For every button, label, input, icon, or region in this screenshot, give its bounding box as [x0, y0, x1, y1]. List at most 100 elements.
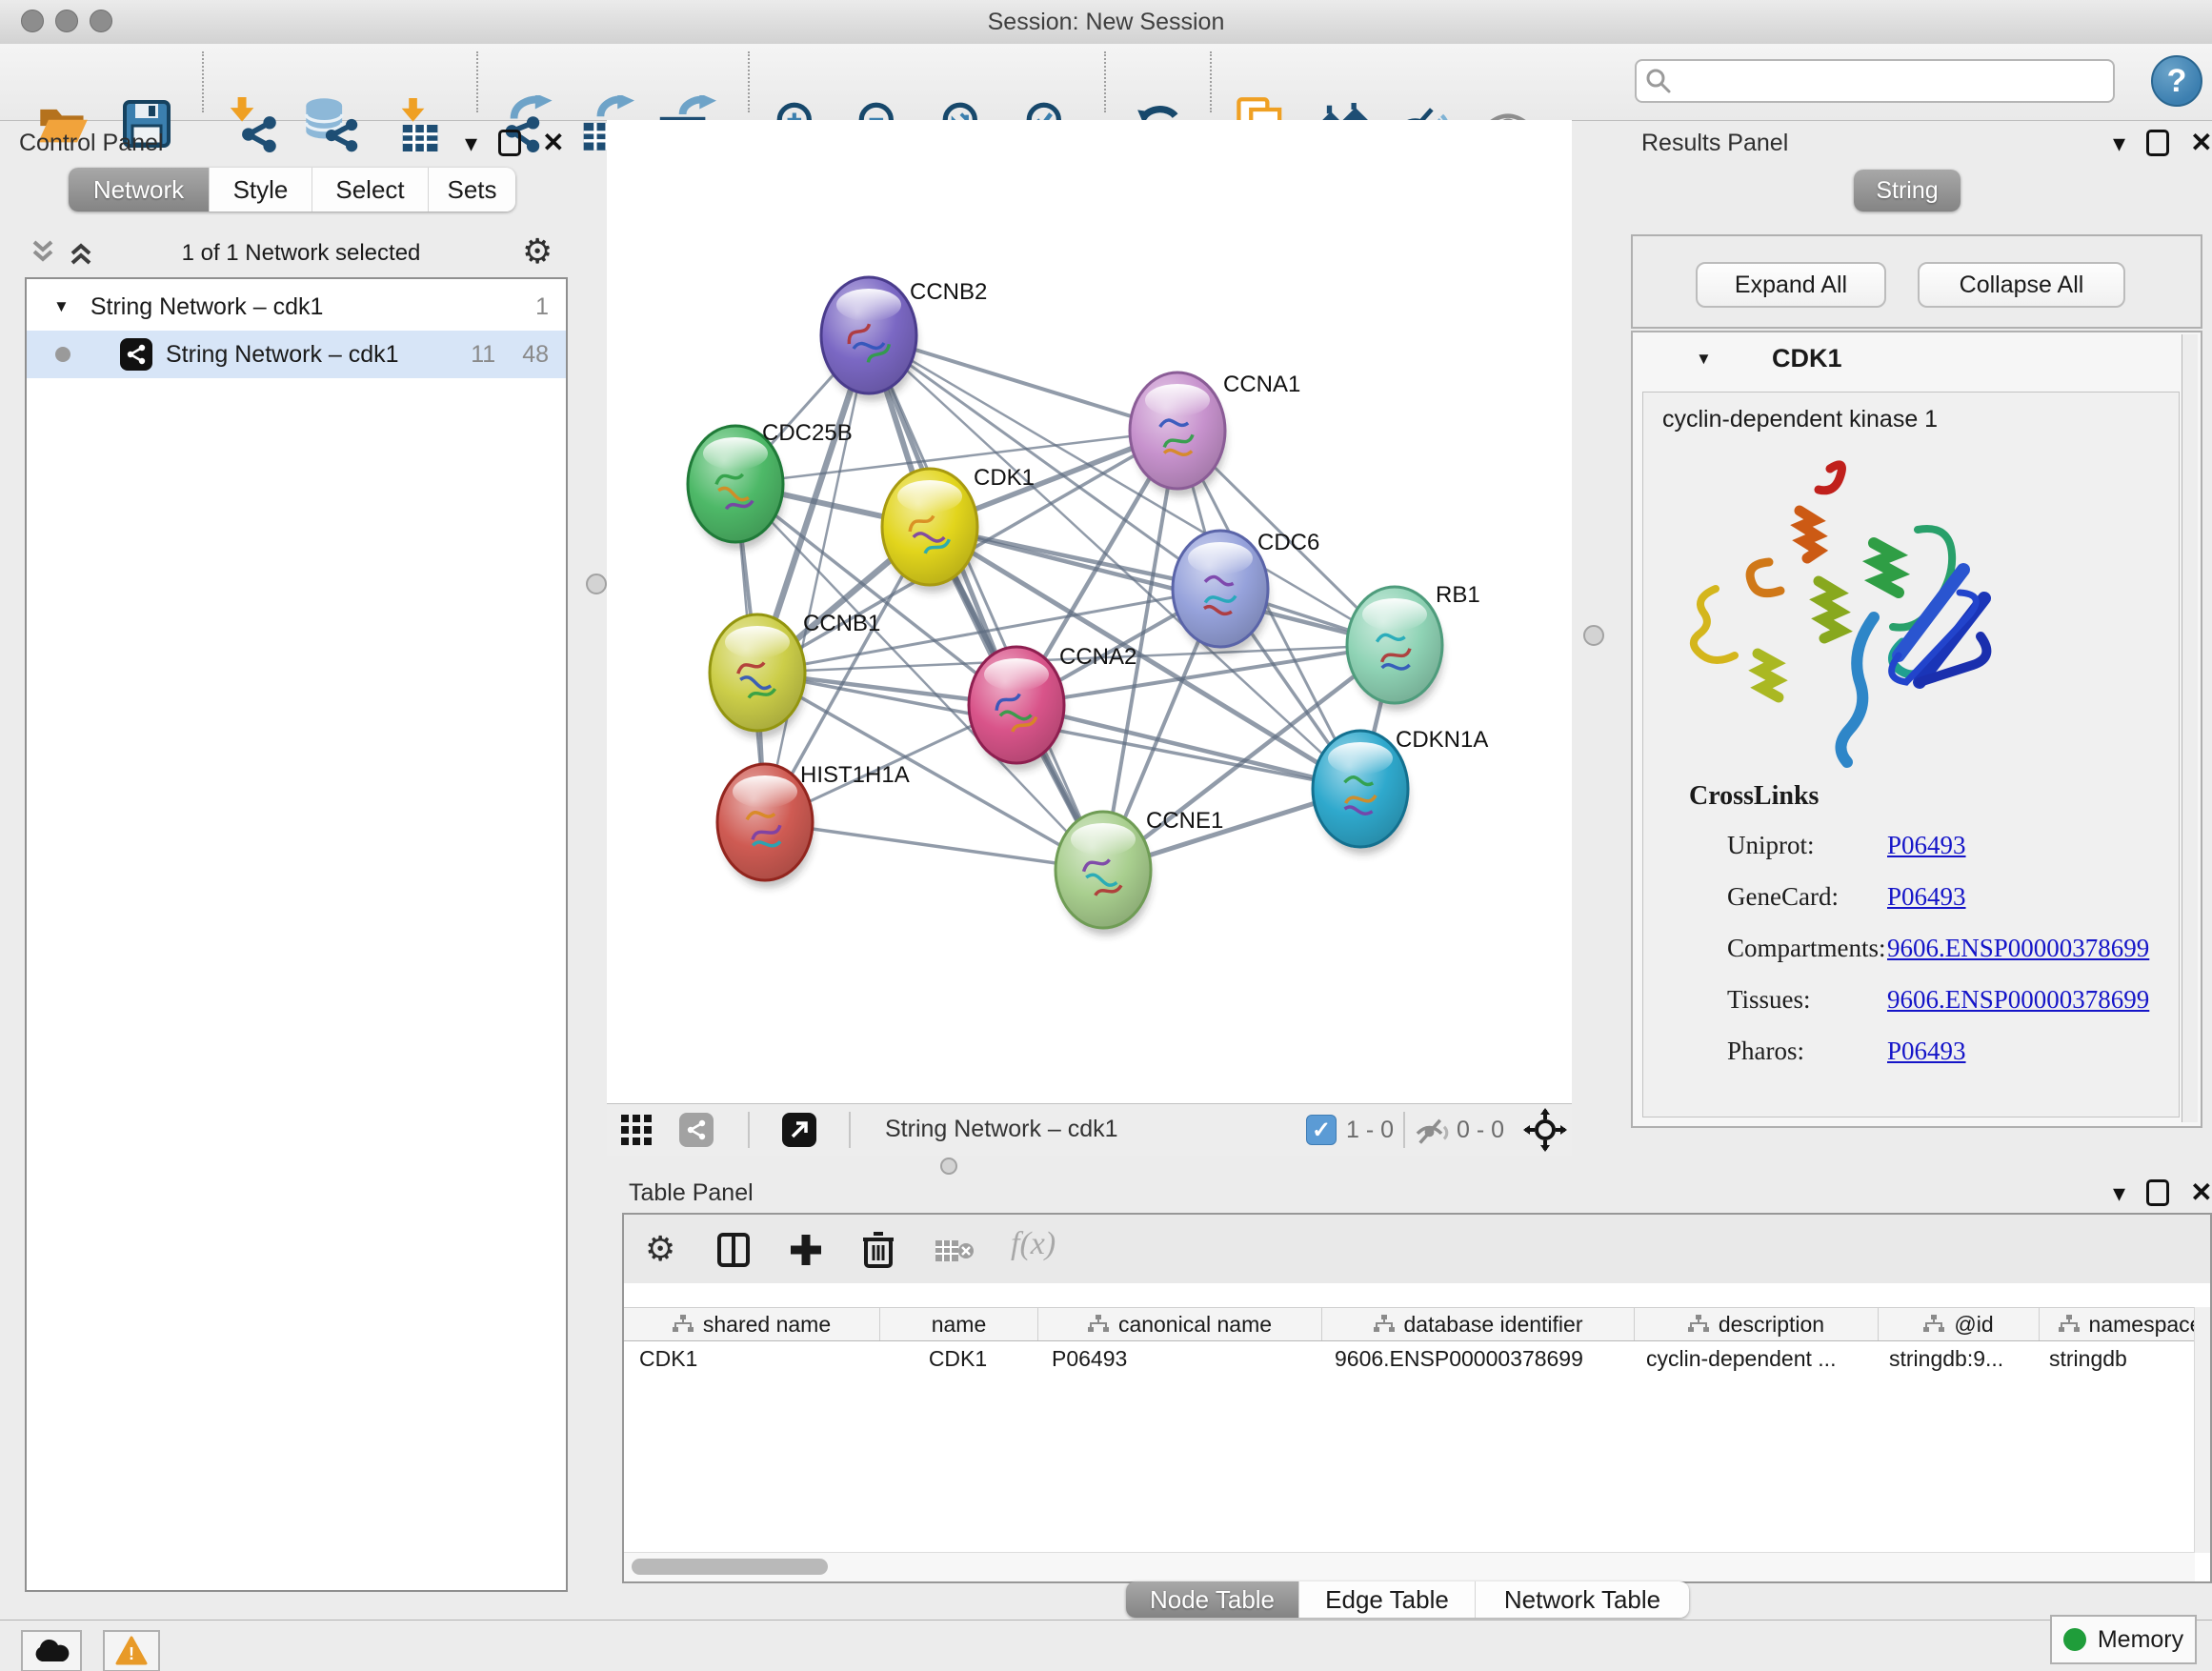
network-canvas[interactable]: CCNB2CCNA1CDC25BCDK1CDC6RB1CCNB1CCNA2CDK…	[607, 120, 1572, 1103]
crosslinks-title: CrossLinks	[1689, 781, 1819, 812]
show-columns-icon[interactable]	[715, 1232, 752, 1268]
column-header-canonical-name[interactable]: canonical name	[1038, 1308, 1322, 1340]
right-splitter[interactable]	[1572, 120, 1619, 1155]
column-header--id[interactable]: @id	[1879, 1308, 2040, 1340]
crosslink-link[interactable]: P06493	[1887, 1037, 1966, 1066]
selected-checkbox[interactable]: ✓	[1306, 1115, 1337, 1145]
left-splitter-handle[interactable]	[586, 574, 607, 594]
create-column-plus-icon[interactable]	[788, 1232, 824, 1268]
column-namespace-icon	[1374, 1315, 1395, 1334]
collapse-panel-icon[interactable]: ▾	[2113, 131, 2125, 155]
network-node-CDKN1A[interactable]: CDKN1A	[1313, 727, 1488, 855]
network-type-share-icon[interactable]	[679, 1113, 714, 1147]
warning-button[interactable]: !	[103, 1630, 160, 1671]
toolbar-separator	[1104, 51, 1106, 112]
toolbar-separator	[202, 51, 204, 112]
help-button[interactable]: ?	[2151, 55, 2202, 107]
network-edge-CDK1-RB1[interactable]	[930, 527, 1395, 645]
expand-all-button[interactable]: Expand All	[1696, 262, 1886, 308]
table-vertical-scrollbar[interactable]	[2194, 1307, 2210, 1553]
network-node-CCNA2[interactable]: CCNA2	[969, 644, 1136, 771]
column-header-namespace[interactable]: namespace	[2040, 1308, 2195, 1340]
tab-node-table[interactable]: Node Table	[1126, 1581, 1299, 1618]
close-panel-icon[interactable]: ✕	[2190, 130, 2212, 156]
network-node-CCNE1[interactable]: CCNE1	[1056, 808, 1223, 936]
network-row[interactable]: String Network – cdk1 11 48	[27, 331, 566, 378]
tab-style[interactable]: Style	[210, 168, 312, 211]
memory-label: Memory	[2098, 1626, 2183, 1654]
close-panel-icon[interactable]: ✕	[2190, 1179, 2212, 1206]
node-label-HIST1H1A: HIST1H1A	[800, 762, 910, 788]
column-header-name[interactable]: name	[880, 1308, 1038, 1340]
table-options-gear-icon[interactable]: ⚙	[645, 1232, 675, 1266]
table-row[interactable]: CDK1CDK1P064939606.ENSP00000378699cyclin…	[624, 1340, 2195, 1377]
tab-sets[interactable]: Sets	[429, 168, 515, 211]
float-panel-icon[interactable]	[498, 130, 521, 156]
collapse-panel-icon[interactable]: ▾	[2113, 1180, 2125, 1205]
cell-name[interactable]: CDK1	[879, 1340, 1036, 1377]
column-header-shared-name[interactable]: shared name	[624, 1308, 880, 1340]
collapse-all-button[interactable]: Collapse All	[1918, 262, 2125, 308]
node-label-CCNA2: CCNA2	[1059, 644, 1136, 670]
memory-button[interactable]: Memory	[2050, 1615, 2197, 1664]
float-panel-icon[interactable]	[2146, 1179, 2169, 1206]
expand-all-networks-icon[interactable]	[67, 238, 95, 267]
search-icon	[1644, 67, 1673, 95]
network-node-CDK1[interactable]: CDK1	[882, 465, 1035, 593]
tab-edge-table[interactable]: Edge Table	[1299, 1581, 1476, 1618]
network-node-RB1[interactable]: RB1	[1347, 582, 1480, 711]
network-node-CDC6[interactable]: CDC6	[1173, 530, 1319, 654]
network-collection-label: String Network – cdk1	[90, 293, 324, 321]
column-header-database-identifier[interactable]: database identifier	[1322, 1308, 1635, 1340]
protein-caret-icon[interactable]: ▼	[1696, 350, 1712, 369]
cell-canonical-name[interactable]: P06493	[1036, 1340, 1319, 1377]
delete-column-trash-icon[interactable]	[860, 1230, 896, 1268]
column-header-description[interactable]: description	[1635, 1308, 1879, 1340]
network-collection-row[interactable]: ▼ String Network – cdk1 1	[27, 283, 566, 331]
crosslink-link[interactable]: 9606.ENSP00000378699	[1887, 934, 2149, 963]
collapse-panel-icon[interactable]: ▾	[465, 131, 477, 155]
cell-description[interactable]: cyclin-dependent ...	[1631, 1340, 1874, 1377]
cell-namespace[interactable]: stringdb	[2034, 1340, 2195, 1377]
network-node-HIST1H1A[interactable]: HIST1H1A	[717, 762, 910, 888]
cell--id[interactable]: stringdb:9...	[1874, 1340, 2034, 1377]
horizontal-splitter-handle[interactable]	[940, 1158, 957, 1175]
cell-database-identifier[interactable]: 9606.ENSP00000378699	[1319, 1340, 1631, 1377]
birds-eye-grid-icon[interactable]	[620, 1114, 653, 1146]
network-edge-CCNE1-HIST1H1A[interactable]	[765, 822, 1103, 870]
network-node-CCNB2[interactable]: CCNB2	[821, 277, 987, 401]
title-bar: Session: New Session	[0, 0, 2212, 45]
network-node-CCNA1[interactable]: CCNA1	[1130, 372, 1300, 496]
search-input[interactable]	[1680, 67, 2113, 95]
horizontal-splitter[interactable]	[607, 1155, 2212, 1177]
cloud-button[interactable]	[21, 1630, 82, 1671]
memory-status-dot	[2063, 1628, 2086, 1651]
close-panel-icon[interactable]: ✕	[542, 130, 564, 156]
tab-network[interactable]: Network	[69, 168, 210, 211]
open-in-browser-icon[interactable]	[782, 1113, 816, 1147]
network-options-gear-icon[interactable]: ⚙	[522, 234, 553, 269]
crosslink-link[interactable]: P06493	[1887, 882, 1966, 912]
crosslink-row: Uniprot:P06493	[1727, 819, 1966, 871]
network-node-CCNB1[interactable]: CCNB1	[710, 611, 880, 738]
tab-string[interactable]: String	[1854, 170, 1961, 211]
tab-network-table[interactable]: Network Table	[1476, 1581, 1689, 1618]
scrollbar-thumb[interactable]	[632, 1559, 828, 1575]
float-panel-icon[interactable]	[2146, 130, 2169, 156]
table-horizontal-scrollbar[interactable]	[624, 1552, 2195, 1581]
crosslink-link[interactable]: P06493	[1887, 831, 1966, 860]
crosslink-link[interactable]: 9606.ENSP00000378699	[1887, 985, 2149, 1015]
cell-shared-name[interactable]: CDK1	[624, 1340, 879, 1377]
network-edge-CCNB2-HIST1H1A[interactable]	[765, 335, 869, 822]
control-panel-title: Control Panel	[19, 130, 163, 157]
hidden-eye-slash-icon	[1415, 1117, 1451, 1144]
right-splitter-handle[interactable]	[1583, 625, 1604, 646]
tree-caret-icon[interactable]: ▼	[53, 297, 70, 316]
column-namespace-icon	[1923, 1315, 1944, 1334]
network-edge-CCNB2-CCNE1[interactable]	[869, 335, 1103, 870]
column-header-label: description	[1719, 1312, 1824, 1338]
results-scrollbar[interactable]	[2182, 334, 2198, 1122]
collapse-all-networks-icon[interactable]	[29, 238, 57, 267]
fit-selected-crosshair-icon[interactable]	[1523, 1108, 1567, 1152]
tab-select[interactable]: Select	[312, 168, 429, 211]
